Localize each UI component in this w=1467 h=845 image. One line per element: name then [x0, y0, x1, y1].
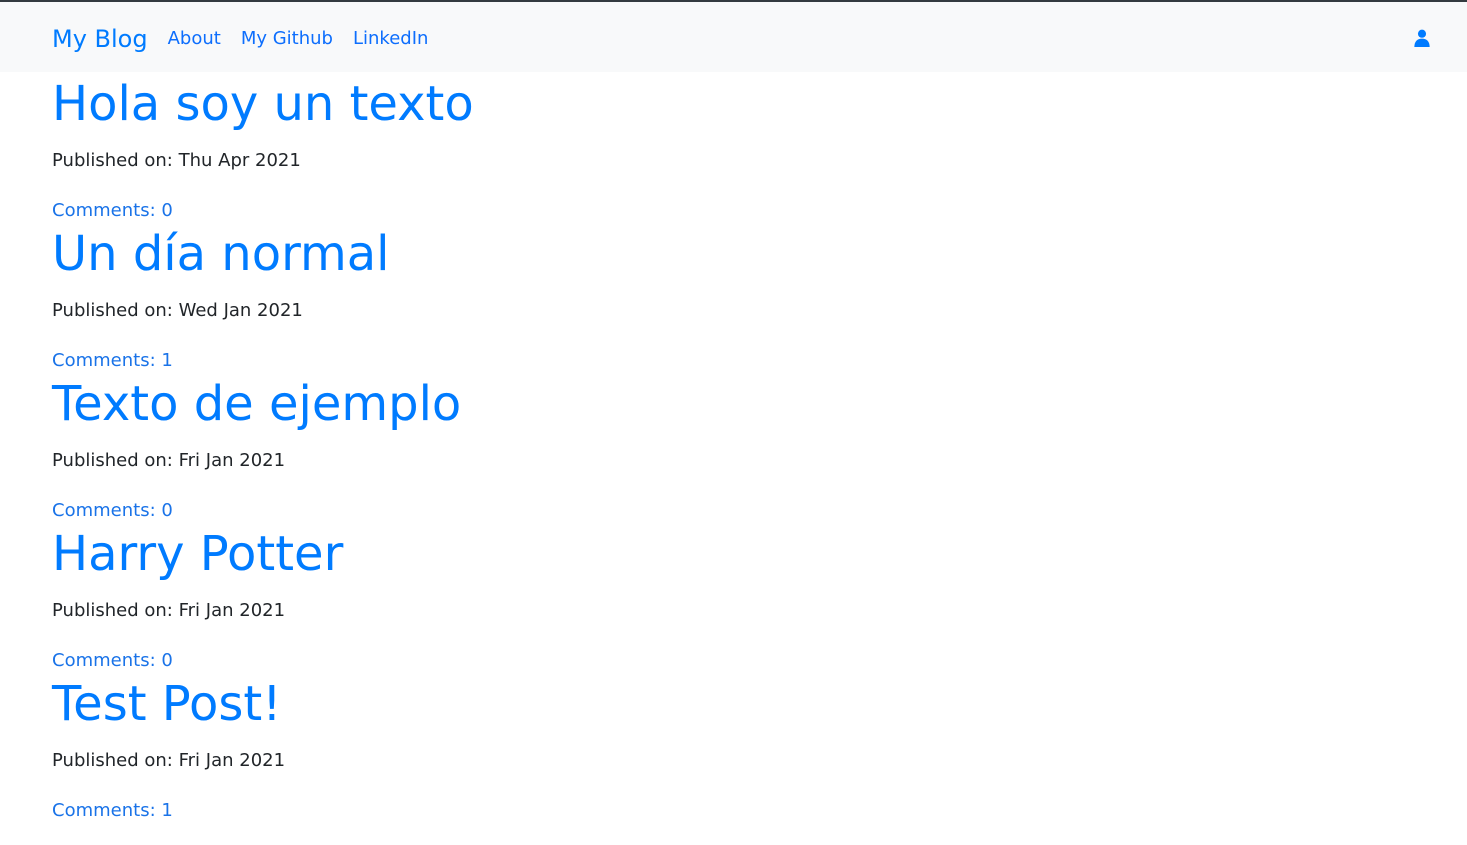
- post-comments-link[interactable]: Comments: 1: [52, 348, 173, 374]
- published-date: Thu Apr 2021: [178, 150, 301, 171]
- post-list: Hola soy un texto Published on: Thu Apr …: [0, 72, 900, 822]
- nav-link-about[interactable]: About: [168, 28, 221, 49]
- post-item: Test Post! Published on: Fri Jan 2021 Co…: [52, 672, 900, 822]
- post-title[interactable]: Hola soy un texto: [52, 72, 900, 134]
- nav-links: About My Github LinkedIn: [168, 28, 429, 49]
- post-published: Published on: Thu Apr 2021: [52, 148, 900, 174]
- navbar: My Blog About My Github LinkedIn: [0, 2, 1467, 72]
- nav-link-github[interactable]: My Github: [241, 28, 333, 49]
- published-date: Fri Jan 2021: [178, 600, 286, 621]
- brand-link[interactable]: My Blog: [52, 25, 148, 53]
- nav-link-linkedin[interactable]: LinkedIn: [353, 28, 428, 49]
- post-comments-link[interactable]: Comments: 1: [52, 798, 173, 824]
- published-label: Published on:: [52, 300, 173, 321]
- post-comments-link[interactable]: Comments: 0: [52, 198, 173, 224]
- post-published: Published on: Wed Jan 2021: [52, 298, 900, 324]
- post-title[interactable]: Texto de ejemplo: [52, 372, 900, 434]
- post-item: Harry Potter Published on: Fri Jan 2021 …: [52, 522, 900, 672]
- post-published: Published on: Fri Jan 2021: [52, 448, 900, 474]
- post-item: Hola soy un texto Published on: Thu Apr …: [52, 72, 900, 222]
- post-title[interactable]: Test Post!: [52, 672, 900, 734]
- published-label: Published on:: [52, 150, 173, 171]
- post-comments-link[interactable]: Comments: 0: [52, 648, 173, 674]
- published-label: Published on:: [52, 450, 173, 471]
- post-title[interactable]: Harry Potter: [52, 522, 900, 584]
- post-comments-link[interactable]: Comments: 0: [52, 498, 173, 524]
- user-icon[interactable]: [1413, 29, 1431, 47]
- published-date: Fri Jan 2021: [178, 750, 286, 771]
- post-published: Published on: Fri Jan 2021: [52, 598, 900, 624]
- post-title[interactable]: Un día normal: [52, 222, 900, 284]
- post-item: Un día normal Published on: Wed Jan 2021…: [52, 222, 900, 372]
- post-item: Texto de ejemplo Published on: Fri Jan 2…: [52, 372, 900, 522]
- published-label: Published on:: [52, 600, 173, 621]
- post-published: Published on: Fri Jan 2021: [52, 748, 900, 774]
- published-label: Published on:: [52, 750, 173, 771]
- published-date: Fri Jan 2021: [178, 450, 286, 471]
- published-date: Wed Jan 2021: [178, 300, 303, 321]
